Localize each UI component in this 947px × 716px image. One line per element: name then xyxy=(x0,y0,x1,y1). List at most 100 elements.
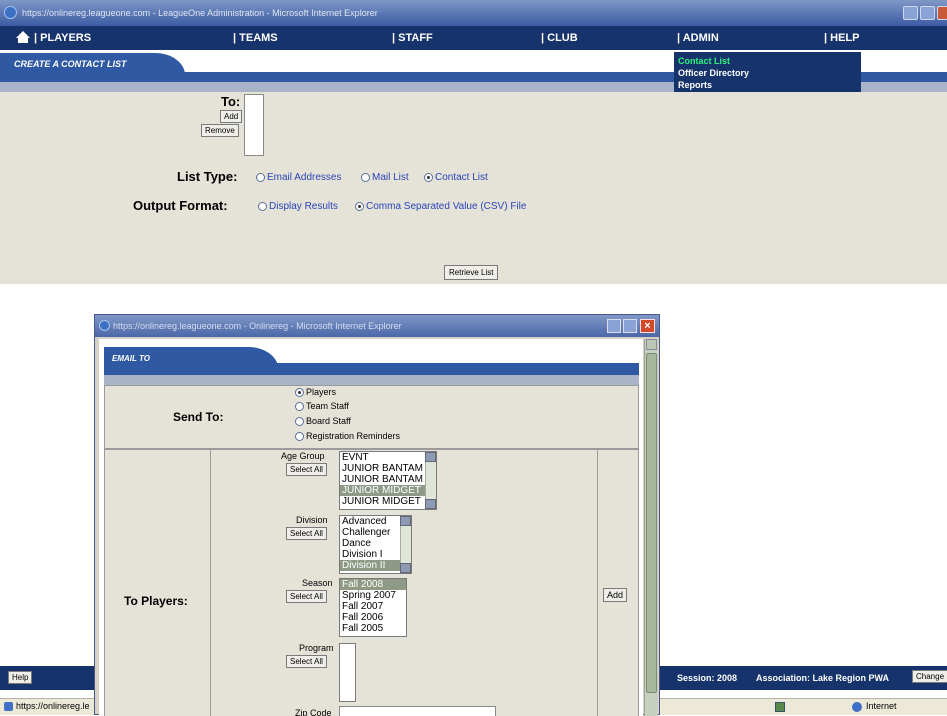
menu-item-contact-list[interactable]: Contact List xyxy=(678,55,857,67)
internet-zone-icon xyxy=(852,702,862,712)
scroll-down-icon[interactable] xyxy=(400,563,411,573)
season-listbox[interactable]: Fall 2008 Spring 2007 Fall 2007 Fall 200… xyxy=(339,578,407,637)
popup-header: EMAIL TO xyxy=(104,347,279,371)
radio-display-results[interactable]: Display Results xyxy=(258,201,338,212)
radio-icon xyxy=(361,172,370,182)
nav-players[interactable]: | PLAYERS xyxy=(34,32,91,44)
list-option[interactable]: Fall 2006 xyxy=(340,612,406,623)
age-group-listbox[interactable]: EVNT JUNIOR BANTAM JUNIOR BANTAM JUNIOR … xyxy=(339,451,437,510)
program-listbox[interactable] xyxy=(339,643,356,702)
nav-staff[interactable]: | STAFF xyxy=(392,32,433,44)
popup-scrollbar[interactable] xyxy=(644,339,658,716)
list-option[interactable]: JUNIOR BANTAM xyxy=(340,474,436,485)
to-players-section: To Players: Add Age Group Select All EVN… xyxy=(104,449,639,716)
program-label: Program xyxy=(299,643,334,653)
radio-selected-icon xyxy=(295,388,304,398)
output-format-label: Output Format: xyxy=(133,198,228,213)
radio-registration-reminders[interactable]: Registration Reminders xyxy=(295,431,401,442)
contact-list-form: To: Add Remove List Type: Email Addresse… xyxy=(0,92,947,284)
email-to-popup-window: https://onlinereg.leagueone.com - Online… xyxy=(94,314,660,716)
division-listbox[interactable]: Advanced Challenger Dance Division I Div… xyxy=(339,515,412,574)
list-type-label: List Type: xyxy=(177,169,238,184)
radio-icon xyxy=(295,402,304,412)
radio-team-staff[interactable]: Team Staff xyxy=(295,401,349,412)
send-to-section: Send To: Players Team Staff Board Staff … xyxy=(104,385,639,449)
program-select-all-button[interactable]: Select All xyxy=(286,655,327,668)
main-nav: | PLAYERS | TEAMS | STAFF | CLUB | ADMIN… xyxy=(0,26,947,50)
session-text: Session: 2008 xyxy=(677,673,738,683)
menu-item-reports[interactable]: Reports xyxy=(678,79,857,91)
list-option[interactable]: EVNT xyxy=(340,452,436,463)
menu-item-officer-directory[interactable]: Officer Directory xyxy=(678,67,857,79)
list-option-selected[interactable]: Fall 2008 xyxy=(340,579,406,590)
popup-header-band-light xyxy=(104,375,639,385)
radio-board-staff[interactable]: Board Staff xyxy=(295,416,351,427)
minimize-button[interactable] xyxy=(903,6,918,20)
radio-label: Mail List xyxy=(372,172,409,183)
send-to-label: Send To: xyxy=(173,410,224,424)
scroll-down-icon[interactable] xyxy=(425,499,436,509)
popup-close-icon[interactable]: × xyxy=(640,319,655,333)
remove-button[interactable]: Remove xyxy=(201,124,239,137)
change-button[interactable]: Change xyxy=(912,670,947,683)
popup-minimize-button[interactable] xyxy=(607,319,621,333)
scrollbar[interactable] xyxy=(425,452,436,509)
radio-csv-file[interactable]: Comma Separated Value (CSV) File xyxy=(355,201,526,212)
season-label: Season xyxy=(302,578,333,588)
maximize-button[interactable] xyxy=(920,6,935,20)
radio-label: Email Addresses xyxy=(267,172,342,183)
browser-title-bar: https://onlinereg.leagueone.com - League… xyxy=(0,0,947,26)
popup-maximize-button[interactable] xyxy=(623,319,637,333)
add-button[interactable]: Add xyxy=(220,110,243,123)
popup-title-bar: https://onlinereg.leagueone.com - Online… xyxy=(95,315,659,337)
scroll-up-icon[interactable] xyxy=(400,516,411,526)
radio-players[interactable]: Players xyxy=(295,387,337,398)
status-zone: Internet xyxy=(866,701,897,711)
divider xyxy=(597,450,598,716)
division-label: Division xyxy=(296,515,328,525)
radio-icon xyxy=(256,172,265,182)
radio-label: Players xyxy=(306,387,337,397)
radio-icon xyxy=(295,432,304,442)
radio-contact-list[interactable]: Contact List xyxy=(424,172,488,183)
list-option[interactable]: Fall 2007 xyxy=(340,601,406,612)
radio-icon xyxy=(258,201,267,211)
nav-club[interactable]: | CLUB xyxy=(541,32,578,44)
list-option[interactable]: Fall 2005 xyxy=(340,623,406,634)
season-select-all-button[interactable]: Select All xyxy=(286,590,327,603)
age-group-label: Age Group xyxy=(281,451,325,461)
home-icon[interactable] xyxy=(16,31,30,43)
age-group-select-all-button[interactable]: Select All xyxy=(286,463,327,476)
to-players-label: To Players: xyxy=(124,594,188,608)
popup-add-button[interactable]: Add xyxy=(603,588,628,602)
radio-selected-icon xyxy=(424,172,433,182)
popup-content: EMAIL TO Send To: Players Team Staff Boa… xyxy=(99,339,643,716)
nav-help[interactable]: | HELP xyxy=(824,32,859,44)
radio-mail-list[interactable]: Mail List xyxy=(361,172,409,183)
to-label: To: xyxy=(221,94,241,109)
radio-label: Board Staff xyxy=(306,416,351,426)
close-button[interactable] xyxy=(937,6,947,20)
division-select-all-button[interactable]: Select All xyxy=(286,527,327,540)
radio-icon xyxy=(295,417,304,427)
retrieve-list-button[interactable]: Retrieve List xyxy=(444,265,499,280)
ie-icon xyxy=(99,320,110,331)
radio-email-addresses[interactable]: Email Addresses xyxy=(256,172,341,183)
help-button[interactable]: Help xyxy=(8,671,33,684)
radio-label: Comma Separated Value (CSV) File xyxy=(366,201,527,212)
nav-teams[interactable]: | TEAMS xyxy=(233,32,278,44)
scroll-thumb[interactable] xyxy=(646,353,657,693)
list-option[interactable]: Spring 2007 xyxy=(340,590,406,601)
scroll-up-icon[interactable] xyxy=(425,452,436,462)
radio-selected-icon xyxy=(355,201,364,211)
page-title: CREATE A CONTACT LIST xyxy=(0,53,185,75)
nav-admin[interactable]: | ADMIN xyxy=(677,32,719,44)
to-listbox[interactable] xyxy=(244,94,264,156)
scrollbar[interactable] xyxy=(400,516,411,573)
radio-label: Registration Reminders xyxy=(306,431,401,441)
list-option[interactable]: JUNIOR BANTAM xyxy=(340,463,436,474)
association-text: Association: Lake Region PWA xyxy=(756,673,890,683)
scroll-up-icon[interactable] xyxy=(646,339,657,350)
list-option[interactable]: JUNIOR MIDGET xyxy=(340,496,436,507)
list-option-selected[interactable]: JUNIOR MIDGET xyxy=(340,485,436,496)
